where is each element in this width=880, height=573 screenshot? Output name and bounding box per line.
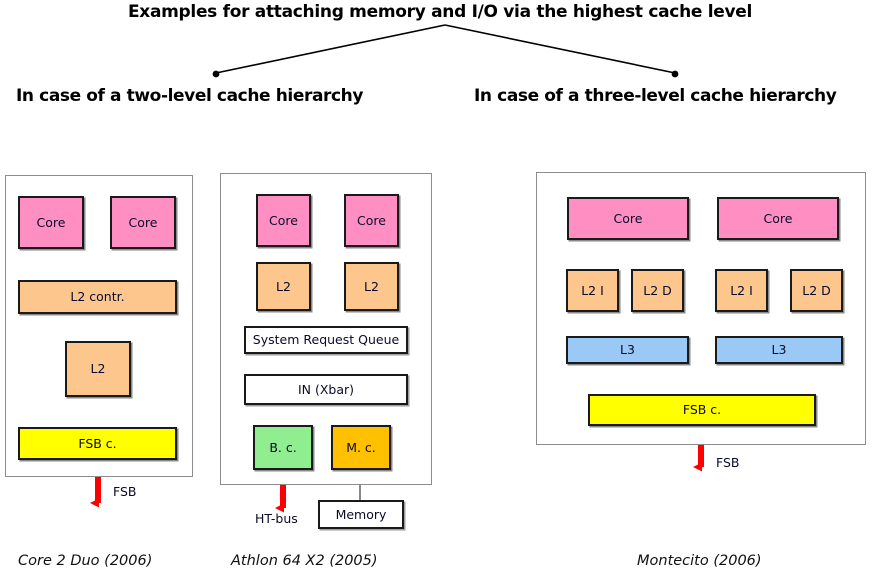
core2duo-core-right[interactable]: Core: [110, 196, 176, 249]
caption-montecito: Montecito (2006): [637, 553, 762, 569]
montecito-l2d-right[interactable]: L2 D: [790, 269, 843, 312]
montecito-l2i-right[interactable]: L2 I: [715, 269, 768, 312]
montecito-fsb-label: FSB: [716, 455, 740, 470]
core2duo-fsb-controller[interactable]: FSB c.: [18, 427, 177, 460]
montecito-core-left[interactable]: Core: [567, 197, 689, 240]
athlon-system-request-queue[interactable]: System Request Queue: [244, 326, 408, 354]
core2duo-fsb-label: FSB: [113, 484, 137, 499]
diagram-canvas: Examples for attaching memory and I/O vi…: [0, 0, 880, 573]
athlon-htbus-label: HT-bus: [255, 511, 298, 526]
core2duo-l2-controller[interactable]: L2 contr.: [18, 280, 177, 314]
athlon-interconnect[interactable]: IN (Xbar): [244, 374, 408, 405]
branch-tree: [215, 24, 676, 74]
montecito-fsb-controller[interactable]: FSB c.: [588, 394, 816, 426]
montecito-core-right[interactable]: Core: [717, 197, 839, 240]
athlon-memory-controller[interactable]: M. c.: [331, 425, 391, 470]
montecito-l2d-left[interactable]: L2 D: [631, 269, 684, 312]
core2duo-core-left[interactable]: Core: [18, 196, 84, 249]
core2duo-l2[interactable]: L2: [65, 341, 131, 397]
montecito-l2i-left[interactable]: L2 I: [566, 269, 619, 312]
montecito-l3-left[interactable]: L3: [566, 336, 689, 364]
caption-core2duo: Core 2 Duo (2006): [18, 553, 153, 569]
branch-endpoint-right: [671, 70, 679, 78]
athlon-l2-right[interactable]: L2: [344, 262, 399, 311]
caption-athlon: Athlon 64 X2 (2005): [231, 553, 378, 569]
athlon-core-right[interactable]: Core: [344, 194, 399, 247]
montecito-l3-right[interactable]: L3: [715, 336, 843, 364]
athlon-core-left[interactable]: Core: [256, 194, 311, 247]
page-title: Examples for attaching memory and I/O vi…: [127, 2, 753, 22]
branch-heading-three-level: In case of a three-level cache hierarchy: [474, 86, 837, 106]
athlon-memory[interactable]: Memory: [318, 500, 404, 529]
branch-endpoint-left: [212, 70, 220, 78]
athlon-l2-left[interactable]: L2: [256, 262, 311, 311]
branch-heading-two-level: In case of a two-level cache hierarchy: [16, 86, 364, 106]
athlon-bridge-controller[interactable]: B. c.: [253, 425, 313, 470]
